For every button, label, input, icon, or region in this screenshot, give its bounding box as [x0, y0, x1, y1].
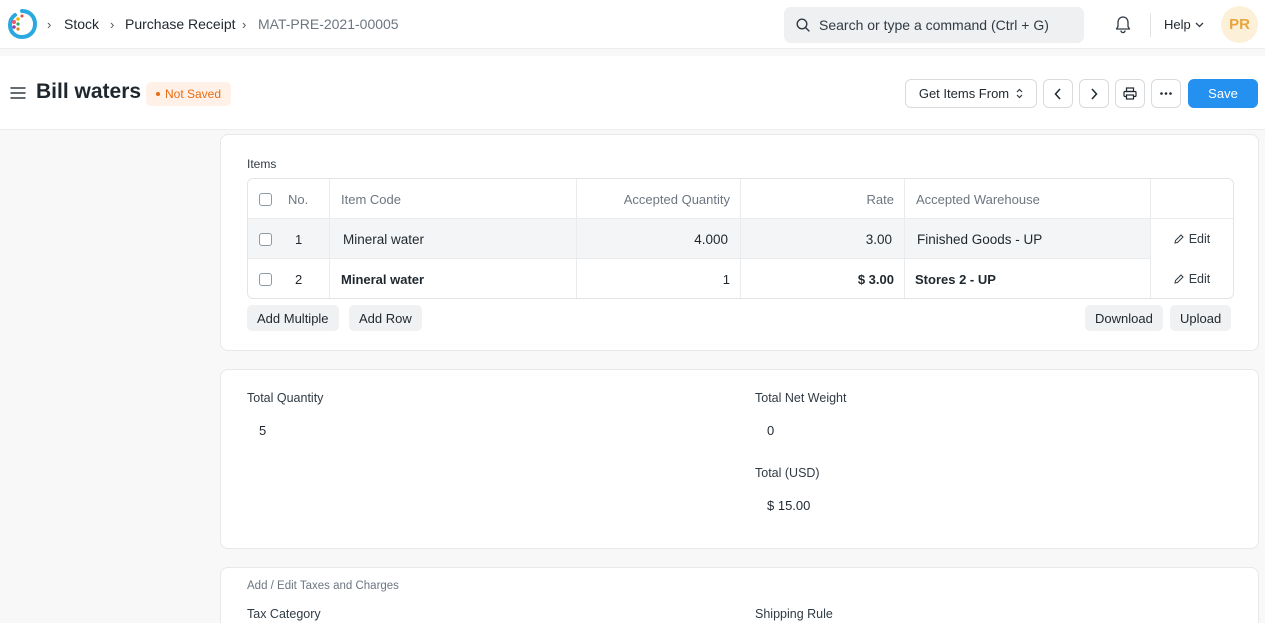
column-header-item-code: Item Code [330, 179, 577, 219]
notifications-bell-icon[interactable] [1114, 15, 1132, 34]
total-usd-value: $ 15.00 [767, 498, 811, 513]
select-all-cell [248, 179, 282, 219]
row-checkbox[interactable] [258, 272, 272, 286]
row-accepted-quantity[interactable]: 4.000 [577, 219, 741, 259]
totals-section-card: Total Quantity 5 Total Net Weight 0 Tota… [220, 369, 1259, 549]
save-button[interactable]: Save [1188, 79, 1258, 108]
page-head: Bill waters Not Saved Get Items From Sav… [0, 56, 1265, 130]
row-no: 1 [282, 219, 330, 259]
status-label: Not Saved [165, 87, 222, 101]
search-input[interactable] [819, 7, 1074, 43]
total-quantity-label: Total Quantity [247, 391, 324, 405]
row-accepted-warehouse[interactable]: Stores 2 - UP [905, 259, 1151, 298]
row-item-code[interactable]: Mineral water [330, 259, 577, 298]
printer-icon [1123, 87, 1137, 100]
table-row[interactable]: 1 Mineral water 4.000 3.00 Finished Good… [248, 219, 1233, 259]
search-icon [796, 18, 810, 32]
row-no: 2 [282, 259, 330, 298]
pencil-icon [1174, 234, 1184, 244]
tax-category-label: Tax Category [247, 607, 321, 621]
items-table-header: No. Item Code Accepted Quantity Rate Acc… [248, 179, 1233, 219]
taxes-section-label[interactable]: Add / Edit Taxes and Charges [247, 580, 399, 592]
breadcrumb-stock[interactable]: Stock [64, 16, 99, 32]
row-edit-button[interactable]: Edit [1174, 272, 1211, 286]
print-button[interactable] [1115, 79, 1145, 108]
get-items-from-label: Get Items From [918, 86, 1010, 101]
add-row-button[interactable]: Add Row [349, 305, 422, 331]
row-accepted-warehouse[interactable]: Finished Goods - UP [905, 219, 1151, 259]
row-edit-label: Edit [1188, 272, 1211, 286]
select-updown-icon [1016, 88, 1023, 99]
chevron-down-icon [1195, 22, 1204, 27]
total-net-weight-value: 0 [767, 423, 775, 438]
breadcrumb-separator-icon: › [110, 17, 115, 32]
next-record-button[interactable] [1079, 79, 1109, 108]
breadcrumb-purchase-receipt[interactable]: Purchase Receipt [125, 16, 236, 32]
help-dropdown[interactable]: Help [1164, 17, 1204, 32]
items-table: No. Item Code Accepted Quantity Rate Acc… [247, 178, 1234, 299]
row-select-cell [248, 219, 282, 259]
chevron-right-icon [1091, 87, 1098, 100]
row-checkbox[interactable] [258, 232, 272, 246]
previous-record-button[interactable] [1043, 79, 1073, 108]
help-label: Help [1164, 17, 1191, 32]
row-item-code[interactable]: Mineral water [330, 219, 577, 259]
total-usd-label: Total (USD) [755, 466, 820, 480]
app-logo-icon[interactable] [8, 8, 37, 39]
column-header-rate: Rate [741, 179, 905, 219]
status-badge: Not Saved [146, 82, 232, 106]
taxes-section-card: Add / Edit Taxes and Charges Tax Categor… [220, 567, 1259, 623]
chevron-left-icon [1054, 87, 1061, 100]
user-avatar[interactable]: PR [1221, 6, 1258, 43]
sidebar-toggle-icon[interactable] [10, 86, 26, 100]
upload-button[interactable]: Upload [1170, 305, 1232, 331]
row-edit-cell: Edit [1151, 219, 1233, 259]
status-dot-icon [156, 92, 160, 96]
row-edit-button[interactable]: Edit [1174, 232, 1211, 246]
column-header-accepted-quantity: Accepted Quantity [577, 179, 741, 219]
row-edit-cell: Edit [1151, 259, 1233, 298]
breadcrumb-separator-icon: › [47, 17, 52, 32]
row-rate[interactable]: 3.00 [741, 219, 905, 259]
breadcrumb-separator-icon: › [242, 17, 247, 32]
column-header-no: No. [282, 179, 330, 219]
page-title: Bill waters [36, 80, 142, 103]
pencil-icon [1174, 274, 1184, 284]
select-all-checkbox[interactable] [258, 192, 272, 206]
column-header-actions [1151, 179, 1233, 219]
total-quantity-value: 5 [259, 423, 267, 438]
row-rate[interactable]: $ 3.00 [741, 259, 905, 298]
row-edit-label: Edit [1188, 232, 1211, 246]
row-select-cell [248, 259, 282, 298]
get-items-from-button[interactable]: Get Items From [905, 79, 1037, 108]
row-accepted-quantity[interactable]: 1 [577, 259, 741, 298]
add-multiple-button[interactable]: Add Multiple [247, 305, 339, 331]
items-section-label: Items [247, 157, 277, 171]
download-button[interactable]: Download [1085, 305, 1163, 331]
more-actions-button[interactable] [1151, 79, 1181, 108]
ellipsis-icon [1160, 92, 1172, 95]
navbar: › Stock › Purchase Receipt › MAT-PRE-202… [0, 0, 1265, 49]
table-row[interactable]: 2 Mineral water 1 $ 3.00 Stores 2 - UP E… [248, 259, 1233, 298]
navbar-divider [1150, 13, 1151, 37]
breadcrumb-current: MAT-PRE-2021-00005 [258, 16, 399, 32]
search-bar[interactable] [784, 7, 1084, 43]
total-net-weight-label: Total Net Weight [755, 391, 847, 405]
column-header-accepted-warehouse: Accepted Warehouse [905, 179, 1151, 219]
items-section-card: Items No. Item Code Accepted Quantity Ra… [220, 134, 1259, 351]
shipping-rule-label: Shipping Rule [755, 607, 833, 621]
